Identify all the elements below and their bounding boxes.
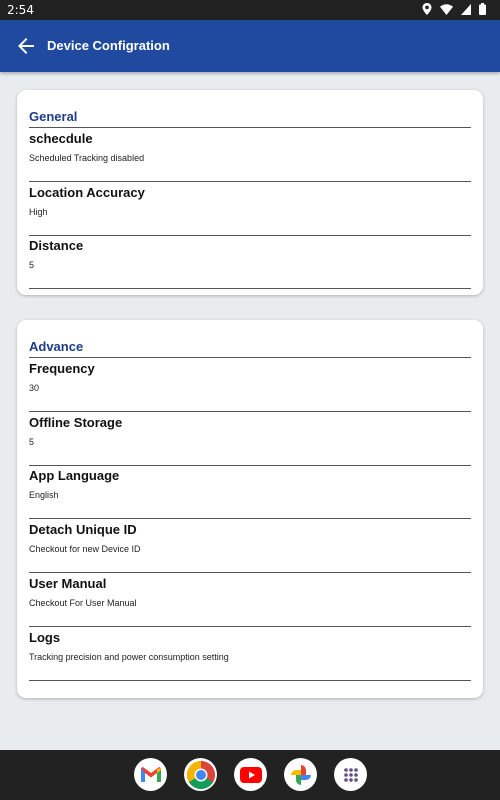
gmail-app-button[interactable]: [134, 758, 167, 791]
advance-settings-card: Advance Frequency 30 Offline Storage 5 A…: [17, 320, 483, 698]
section-header-advance: Advance: [29, 337, 471, 358]
setting-title: schecdule: [29, 131, 93, 146]
setting-title: App Language: [29, 468, 120, 483]
photos-icon: [290, 764, 311, 785]
setting-subtitle: Checkout for new Device ID: [29, 544, 141, 554]
app-drawer-button[interactable]: [334, 758, 367, 791]
page-title: Device Configration: [47, 38, 170, 53]
back-button[interactable]: [14, 34, 38, 58]
setting-subtitle: Tracking precision and power consumption…: [29, 652, 229, 662]
section-header-general: General: [29, 107, 471, 128]
section-heading-advance: Advance: [29, 339, 84, 354]
setting-subtitle: High: [29, 207, 48, 217]
app-bar: Device Configration: [0, 20, 500, 72]
youtube-app-button[interactable]: [234, 758, 267, 791]
photos-app-button[interactable]: [284, 758, 317, 791]
setting-user-manual[interactable]: User Manual Checkout For User Manual: [29, 573, 471, 627]
status-time: 2:54: [7, 3, 34, 17]
setting-app-language[interactable]: App Language English: [29, 465, 471, 519]
location-icon: [422, 3, 432, 15]
setting-detach-unique-id[interactable]: Detach Unique ID Checkout for new Device…: [29, 519, 471, 573]
setting-subtitle: 30: [29, 383, 40, 393]
app-drawer-icon: [343, 767, 358, 782]
chrome-app-button[interactable]: [184, 758, 217, 791]
setting-subtitle: 5: [29, 260, 35, 270]
setting-title: Detach Unique ID: [29, 522, 137, 537]
setting-subtitle: English: [29, 490, 59, 500]
gmail-icon: [140, 767, 161, 782]
general-settings-card: General schecdule Scheduled Tracking dis…: [17, 90, 483, 295]
wifi-icon: [440, 3, 453, 15]
setting-title: User Manual: [29, 576, 107, 591]
section-heading-general: General: [29, 109, 78, 124]
setting-subtitle: 5: [29, 437, 35, 447]
setting-title: Offline Storage: [29, 415, 123, 430]
setting-location-accuracy[interactable]: Location Accuracy High: [29, 182, 471, 236]
setting-schedule[interactable]: schecdule Scheduled Tracking disabled: [29, 128, 471, 182]
arrow-back-icon: [18, 38, 34, 54]
setting-title: Distance: [29, 238, 84, 253]
youtube-icon: [239, 766, 262, 783]
setting-frequency[interactable]: Frequency 30: [29, 358, 471, 412]
status-bar: 2:54: [0, 0, 500, 20]
setting-offline-storage[interactable]: Offline Storage 5: [29, 412, 471, 466]
chrome-icon: [186, 760, 215, 789]
setting-title: Logs: [29, 630, 61, 645]
setting-subtitle: Scheduled Tracking disabled: [29, 153, 145, 163]
setting-title: Frequency: [29, 361, 95, 376]
battery-icon: [479, 3, 486, 15]
signal-icon: [461, 3, 471, 15]
bottom-dock: [0, 750, 500, 800]
setting-title: Location Accuracy: [29, 185, 145, 200]
setting-subtitle: Checkout For User Manual: [29, 598, 137, 608]
setting-distance[interactable]: Distance 5: [29, 235, 471, 289]
setting-logs[interactable]: Logs Tracking precision and power consum…: [29, 627, 471, 681]
